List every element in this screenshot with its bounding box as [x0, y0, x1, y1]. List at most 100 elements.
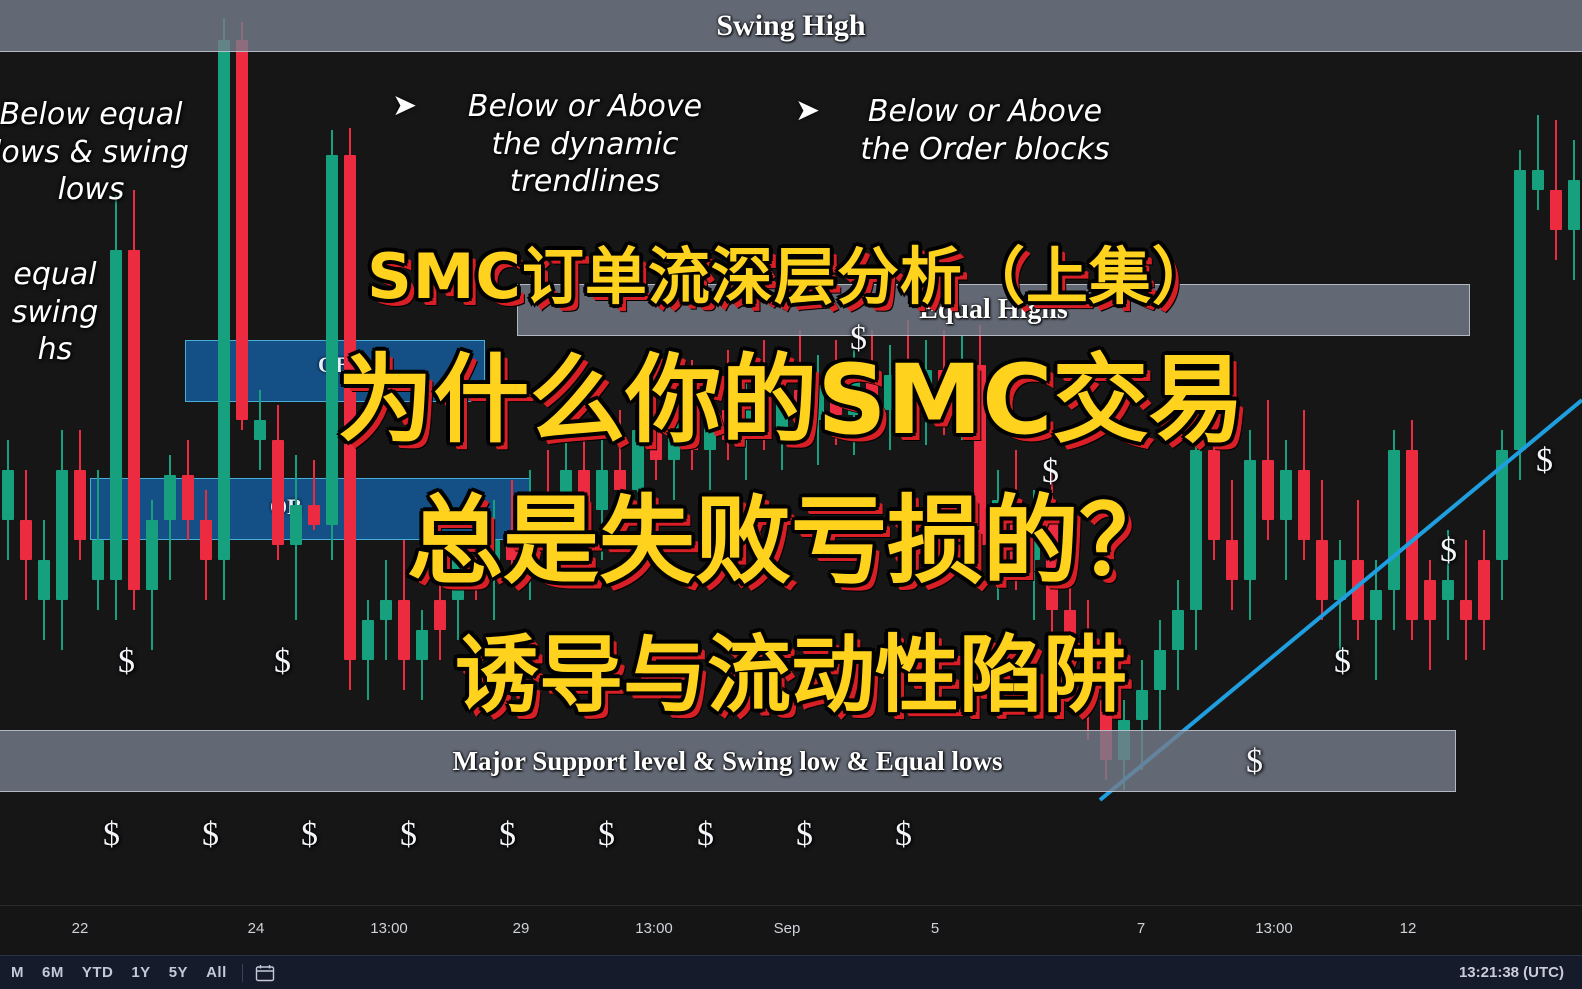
bullet-arrow-order-blocks: ➤	[795, 94, 821, 127]
candle-body	[254, 420, 266, 440]
candle	[1280, 440, 1292, 580]
candle	[1532, 115, 1544, 210]
time-axis[interactable]: 22 24 13:00 29 13:00 Sep 5 7 13:00 12	[0, 905, 1582, 955]
candle	[1172, 580, 1184, 690]
candle-body	[596, 470, 608, 510]
candle-body	[1136, 690, 1148, 720]
annotation-equal-swing-highs: equal swing hs	[11, 257, 99, 367]
candle	[128, 190, 140, 610]
candle-body	[1082, 660, 1094, 700]
candle	[1190, 420, 1202, 650]
candle	[866, 330, 878, 440]
candle-body	[1424, 580, 1436, 620]
candle	[722, 350, 734, 460]
candle-body	[1370, 590, 1382, 620]
candle-body	[1046, 520, 1058, 610]
candle-body	[1460, 600, 1472, 620]
candle-wick	[511, 480, 513, 580]
candle-body	[902, 375, 914, 405]
candle-body	[416, 630, 428, 660]
candle	[1208, 400, 1220, 560]
liquidity-marker-bottom: $	[697, 816, 714, 853]
liquidity-marker-bottom: $	[202, 816, 219, 853]
candle-body	[1280, 470, 1292, 520]
candle-body	[1568, 180, 1580, 230]
candle	[1514, 150, 1526, 480]
candle	[380, 560, 392, 660]
candle-body	[1028, 520, 1040, 560]
candle-body	[1010, 500, 1022, 560]
candle	[272, 405, 284, 560]
timeframe-button-m[interactable]: M	[2, 964, 33, 981]
zone-major-support: Major Support level & Swing low & Equal …	[0, 730, 1456, 792]
zone-major-support-label: Major Support level & Swing low & Equal …	[452, 745, 1003, 776]
calendar-icon[interactable]	[255, 964, 275, 982]
liquidity-marker-bottom: $	[301, 816, 318, 853]
candle	[488, 500, 500, 620]
candle-body	[1190, 450, 1202, 610]
annotation-dynamic-trendlines: Below or Above the dynamic trendlines	[467, 89, 703, 199]
timeframe-button-6m[interactable]: 6M	[33, 964, 73, 981]
liquidity-marker: $	[274, 643, 291, 680]
candle-body	[614, 470, 626, 490]
candle-body	[1514, 170, 1526, 450]
candle-wick	[691, 360, 693, 470]
liquidity-marker-bottom: $	[598, 816, 615, 853]
candle-body	[164, 475, 176, 520]
candle-body	[740, 400, 752, 440]
candle-body	[560, 470, 572, 530]
candle-body	[866, 380, 878, 410]
candle-body	[1478, 560, 1490, 620]
candle-body	[524, 500, 536, 560]
candle	[2, 440, 14, 560]
candle-wick	[763, 340, 765, 450]
time-axis-tick: 7	[1136, 920, 1146, 937]
chart-plot-area[interactable]: OB OB Swing High Equal Highs Major Suppo…	[0, 0, 1582, 905]
utc-clock-label: 13:21:38 (UTC)	[1458, 964, 1564, 981]
candle-body	[20, 520, 32, 560]
candle-body	[488, 540, 500, 580]
candle-body	[344, 155, 356, 660]
candle	[434, 570, 446, 660]
candle	[884, 345, 896, 450]
candle-body	[56, 470, 68, 600]
liquidity-marker-bottom: $	[499, 816, 516, 853]
candle	[200, 490, 212, 600]
candle	[254, 390, 266, 470]
candle	[1316, 480, 1328, 620]
candle-body	[380, 600, 392, 620]
candle	[362, 600, 374, 700]
candle	[164, 455, 176, 580]
candle-body	[1550, 190, 1562, 230]
zone-swing-high-label: Swing High	[716, 8, 866, 42]
timeframe-button-1y[interactable]: 1Y	[122, 964, 159, 981]
candle-body	[668, 420, 680, 460]
candle	[1064, 560, 1076, 700]
candle-body	[506, 540, 518, 560]
candle	[1550, 120, 1562, 260]
candle-wick	[1375, 560, 1377, 680]
timeframe-button-group[interactable]: M 6M YTD 1Y 5Y All	[2, 964, 236, 981]
candle	[1388, 430, 1400, 630]
time-axis-tick: 5	[930, 920, 940, 937]
candle	[1046, 470, 1058, 640]
candle	[1334, 540, 1346, 660]
candle-body	[686, 420, 698, 450]
timeframe-button-5y[interactable]: 5Y	[160, 964, 197, 981]
candle	[560, 440, 572, 580]
candle-body	[1154, 650, 1166, 690]
timeframe-button-ytd[interactable]: YTD	[73, 964, 123, 981]
candle-body	[434, 600, 446, 630]
trading-chart[interactable]: OB OB Swing High Equal Highs Major Suppo…	[0, 0, 1582, 955]
candle-body	[1334, 560, 1346, 600]
candle	[92, 470, 104, 610]
candle-body	[1388, 450, 1400, 590]
liquidity-marker: $	[1334, 643, 1351, 680]
candle	[146, 500, 158, 650]
candle	[308, 460, 320, 530]
candle	[20, 470, 32, 600]
chart-bottom-toolbar[interactable]: M 6M YTD 1Y 5Y All 13:21:38 (UTC)	[0, 955, 1582, 989]
candle-body	[776, 390, 788, 430]
liquidity-marker-bottom: $	[895, 816, 912, 853]
timeframe-button-all[interactable]: All	[197, 964, 236, 981]
